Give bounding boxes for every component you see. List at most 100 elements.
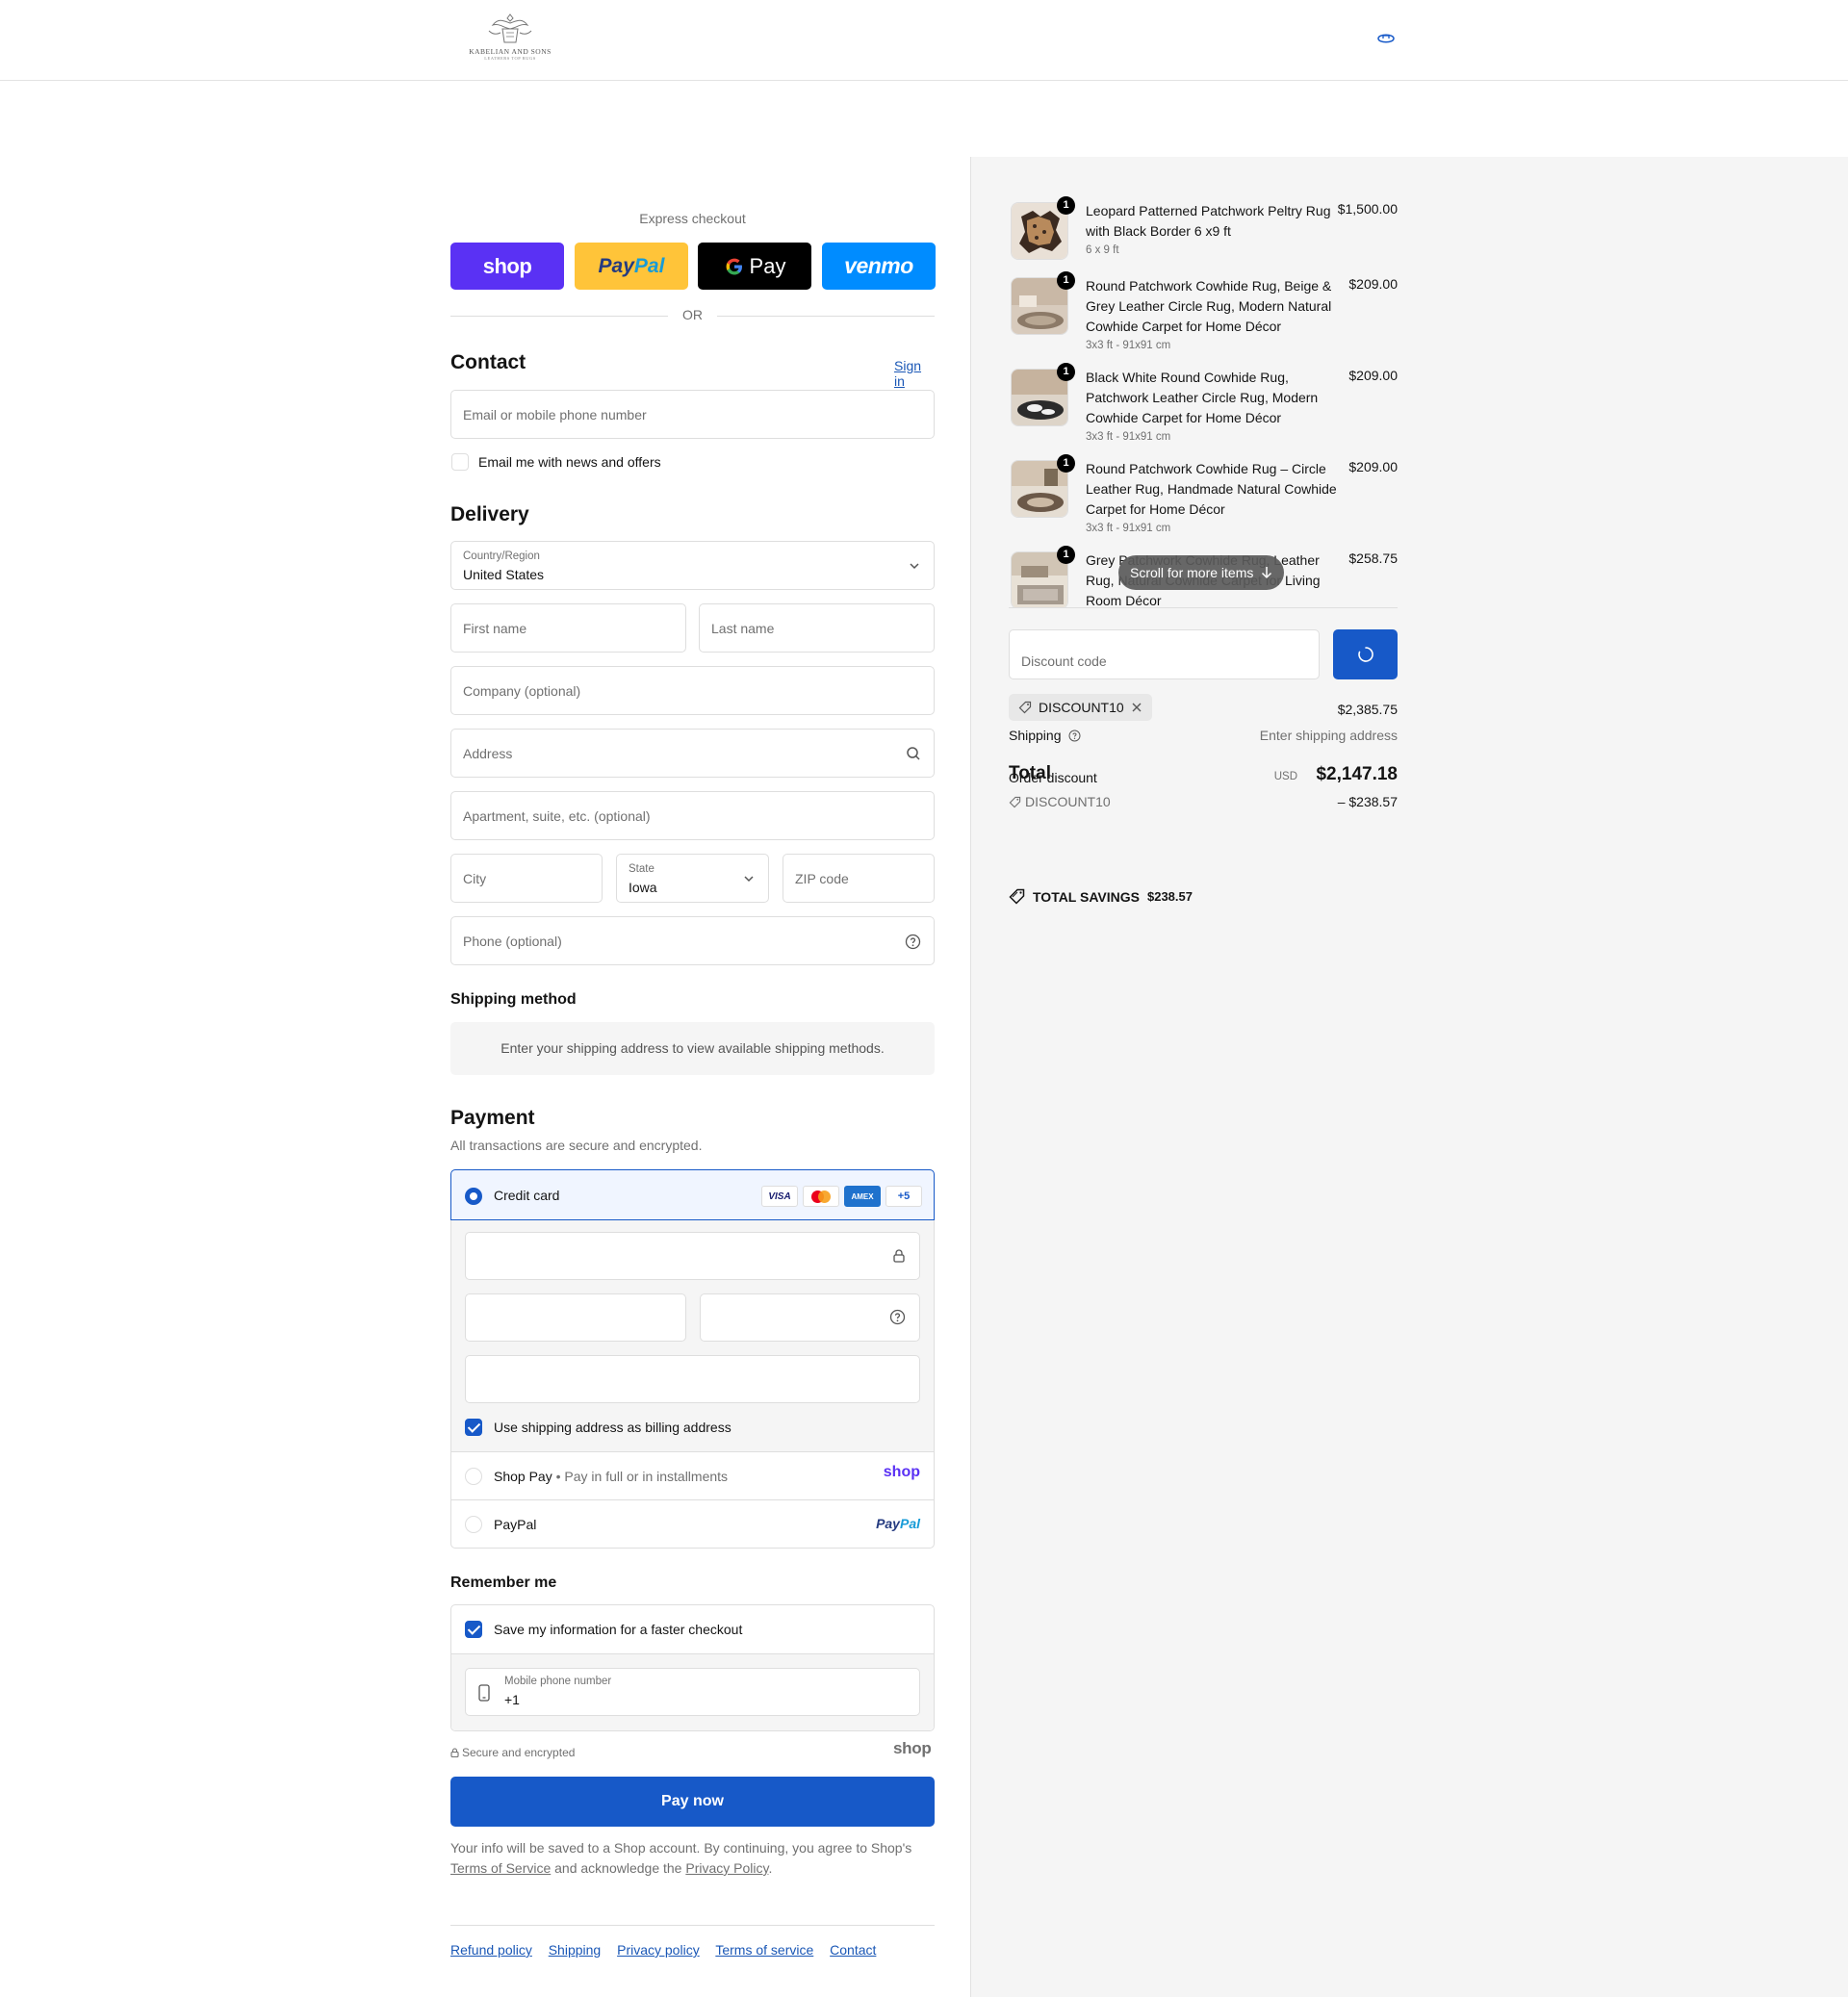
city-field[interactable] (450, 854, 603, 903)
shipping-link[interactable]: Shipping (549, 1942, 602, 1958)
news-checkbox[interactable] (451, 453, 469, 471)
company-input[interactable] (451, 667, 934, 714)
product-title: Black White Round Cowhide Rug, Patchwork… (1086, 370, 1319, 425)
tag-icon (1009, 796, 1021, 808)
sign-in-link[interactable]: Sign in (894, 358, 935, 389)
news-label: Email me with news and offers (478, 454, 661, 470)
billing-checkbox[interactable] (465, 1419, 482, 1436)
first-name-input[interactable] (451, 604, 685, 652)
apartment-input[interactable] (451, 792, 934, 839)
country-select[interactable]: Country/Region United States (450, 541, 935, 590)
city-input[interactable] (451, 855, 602, 902)
payment-heading: Payment (450, 1107, 535, 1129)
remember-me-box: Save my information for a faster checkou… (450, 1604, 935, 1731)
name-on-card-field[interactable] (465, 1355, 920, 1403)
apply-discount-button[interactable] (1333, 629, 1398, 679)
help-icon[interactable] (1068, 730, 1081, 742)
shop-pay-radio[interactable] (465, 1468, 482, 1485)
shipping-method-heading: Shipping method (450, 991, 577, 1008)
pay-now-button[interactable]: Pay now (450, 1777, 935, 1827)
credit-card-label: Credit card (494, 1188, 560, 1203)
payment-methods: Credit card VISA AMEX +5 Use shipping ad… (450, 1169, 935, 1549)
product-price: $258.75 (1348, 550, 1398, 566)
credit-card-radio[interactable] (465, 1188, 482, 1205)
help-icon[interactable] (889, 1309, 906, 1325)
last-name-input[interactable] (700, 604, 934, 652)
or-text: OR (682, 307, 703, 322)
venmo-label: venmo (844, 253, 913, 278)
shipping-method-message: Enter your shipping address to view avai… (450, 1022, 935, 1075)
product-variant: 3x3 ft - 91x91 cm (1086, 523, 1171, 534)
save-info-label: Save my information for a faster checkou… (494, 1622, 743, 1637)
spinner-icon (1357, 647, 1373, 662)
email-field[interactable] (450, 390, 935, 439)
security-code-field[interactable] (700, 1293, 920, 1342)
paypal-button[interactable]: PayPal (575, 243, 688, 290)
address-field[interactable] (450, 729, 935, 778)
remember-me-fields: Mobile phone number +1 (451, 1653, 934, 1730)
apartment-field[interactable] (450, 791, 935, 840)
terms-of-service-link[interactable]: Terms of service (715, 1942, 813, 1958)
or-divider: OR (450, 307, 935, 324)
help-icon[interactable] (905, 934, 921, 950)
company-field[interactable] (450, 666, 935, 715)
state-select[interactable]: State Iowa (616, 854, 769, 903)
product-variant: 3x3 ft - 91x91 cm (1086, 340, 1171, 351)
zip-input[interactable] (783, 855, 934, 902)
first-name-field[interactable] (450, 603, 686, 653)
paypal-option[interactable]: PayPal PayPal (451, 1500, 934, 1549)
shipping-value: Enter shipping address (1259, 728, 1398, 743)
privacy-policy-link[interactable]: Privacy policy (617, 1942, 700, 1958)
discount-code-input[interactable] (1010, 630, 1319, 678)
quantity-badge: 1 (1057, 363, 1075, 381)
subtotal-value: $2,385.75 (1337, 702, 1398, 717)
mastercard-icon (803, 1186, 839, 1207)
paypal-logo: PayPal (598, 254, 665, 277)
discount-code-field[interactable] (1009, 629, 1320, 679)
expiration-field[interactable] (465, 1293, 686, 1342)
last-name-field[interactable] (699, 603, 935, 653)
mobile-phone-field[interactable]: Mobile phone number +1 (465, 1668, 920, 1716)
address-input[interactable] (451, 730, 934, 777)
discount-tag-label: DISCOUNT10 (1039, 700, 1124, 715)
product-variant: 6 x 9 ft (1086, 244, 1119, 256)
shop-pay-button[interactable]: shop (450, 243, 564, 290)
shop-pay-logo: shop (883, 1464, 920, 1480)
phone-field[interactable] (450, 916, 935, 965)
save-info-checkbox[interactable] (465, 1621, 482, 1638)
mobile-phone-label: Mobile phone number (504, 1676, 612, 1687)
scroll-more-button[interactable]: Scroll for more items (1118, 555, 1285, 590)
quantity-badge: 1 (1057, 271, 1075, 290)
shop-pay-option[interactable]: Shop Pay • Pay in full or in installment… (451, 1452, 934, 1500)
store-logo[interactable]: KABELIAN AND SONS LEATHERS TOP RUGS (456, 12, 564, 67)
venmo-button[interactable]: venmo (822, 243, 936, 290)
total-value: $2,147.18 (1316, 764, 1398, 784)
email-input[interactable] (451, 391, 934, 438)
visa-icon: VISA (761, 1186, 798, 1207)
product-variant: 3x3 ft - 91x91 cm (1086, 431, 1171, 443)
lock-icon (450, 1748, 459, 1758)
arrow-down-icon (1262, 567, 1272, 579)
contact-link[interactable]: Contact (830, 1942, 876, 1958)
refund-policy-link[interactable]: Refund policy (450, 1942, 532, 1958)
product-price: $209.00 (1348, 459, 1398, 474)
store-name: KABELIAN AND SONS (469, 47, 552, 56)
card-number-field[interactable] (465, 1232, 920, 1280)
shop-logo: shop (893, 1739, 932, 1757)
close-icon[interactable] (1131, 702, 1142, 713)
payment-subtitle: All transactions are secure and encrypte… (450, 1138, 703, 1153)
quantity-badge: 1 (1057, 196, 1075, 215)
privacy-link[interactable]: Privacy Policy (685, 1860, 768, 1876)
header: KABELIAN AND SONS LEATHERS TOP RUGS (0, 0, 1848, 81)
terms-link[interactable]: Terms of Service (450, 1860, 551, 1876)
paypal-radio[interactable] (465, 1516, 482, 1533)
legal-text: Your info will be saved to a Shop accoun… (450, 1840, 912, 1876)
zip-field[interactable] (783, 854, 935, 903)
quantity-badge: 1 (1057, 546, 1075, 564)
credit-card-option[interactable]: Credit card VISA AMEX +5 (450, 1169, 935, 1220)
phone-input[interactable] (451, 917, 934, 964)
product-price: $1,500.00 (1337, 201, 1398, 217)
google-pay-button[interactable]: Pay (698, 243, 811, 290)
cart-icon[interactable] (1376, 32, 1396, 45)
product-title: Round Patchwork Cowhide Rug, Beige & Gre… (1086, 278, 1332, 334)
